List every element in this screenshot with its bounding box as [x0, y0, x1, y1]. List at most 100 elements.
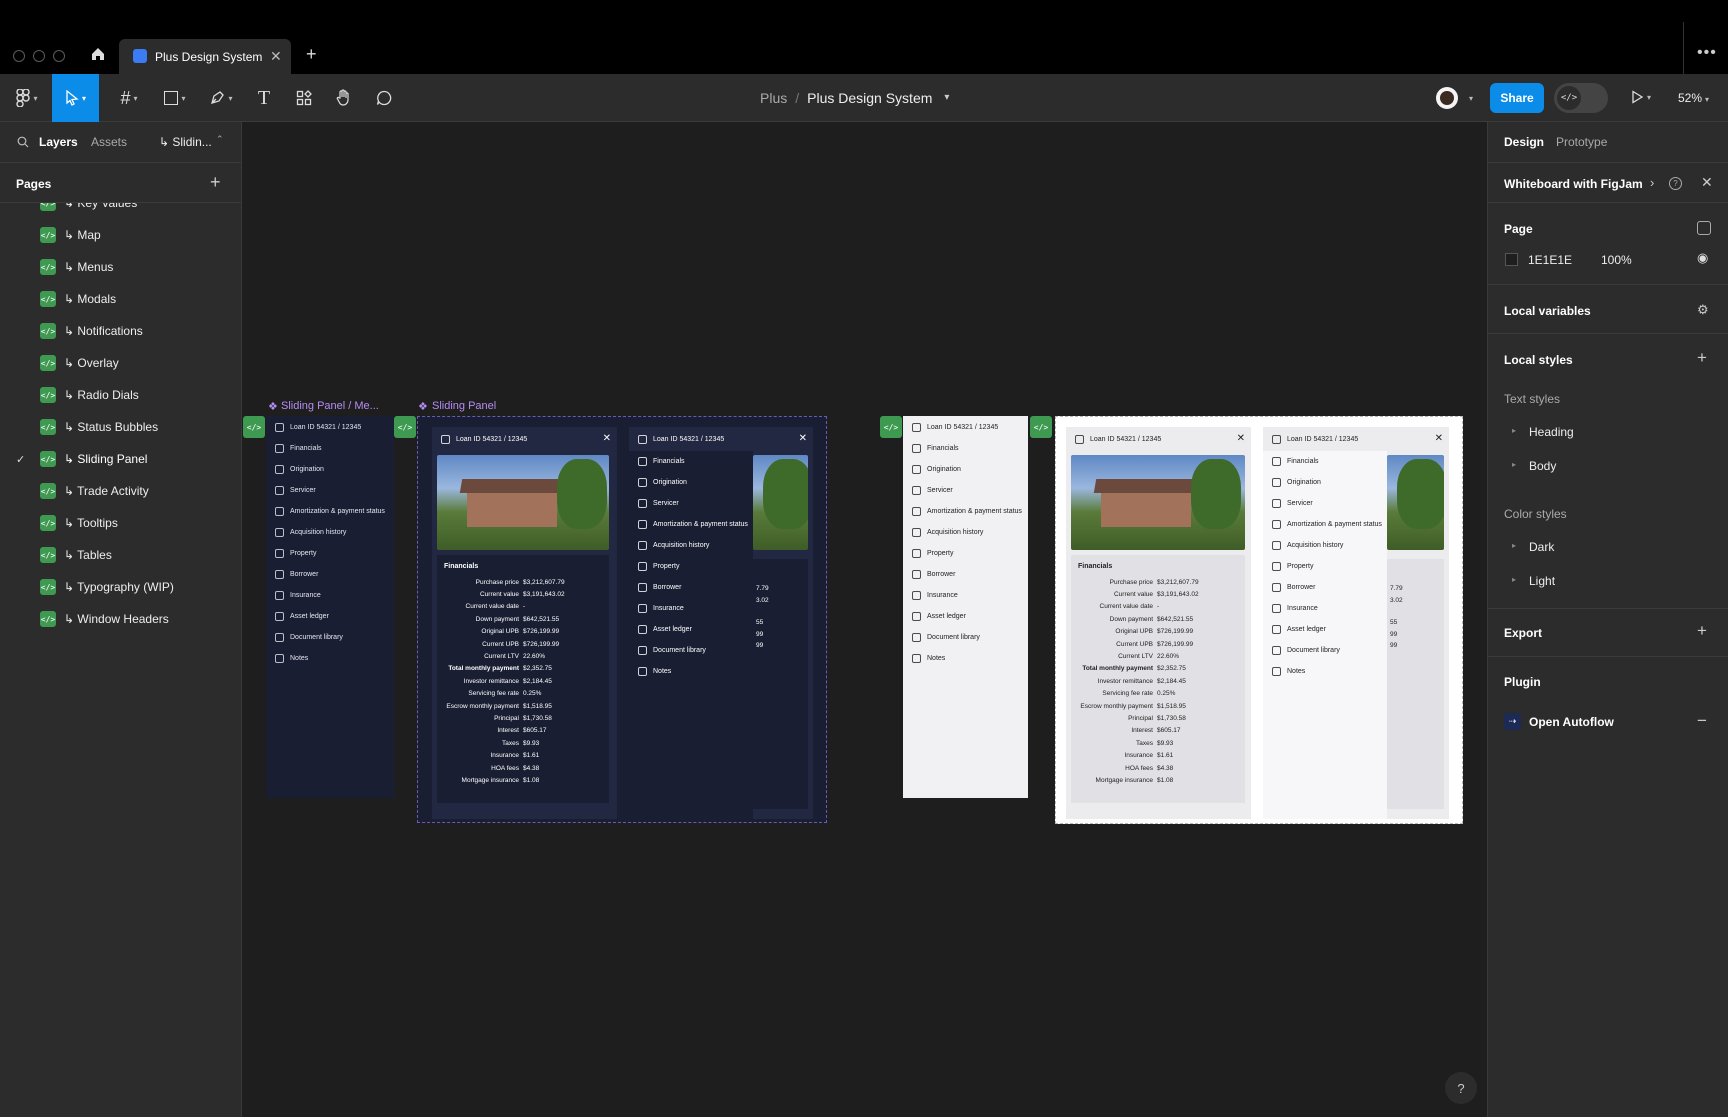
- dev-status-code-icon[interactable]: </>: [880, 416, 902, 438]
- nav-item[interactable]: Property: [266, 543, 394, 564]
- color-style-light[interactable]: Light: [1529, 574, 1555, 588]
- present-button[interactable]: ▾: [1630, 90, 1651, 104]
- help-icon[interactable]: ?: [1445, 1072, 1477, 1104]
- shape-tool-button[interactable]: ▾: [158, 74, 192, 122]
- nav-item[interactable]: Document library: [629, 640, 753, 661]
- nav-item[interactable]: Document library: [266, 627, 394, 648]
- nav-item[interactable]: Asset ledger: [1263, 619, 1387, 640]
- page-item[interactable]: </> ↳ Menus: [0, 251, 241, 283]
- nav-item[interactable]: Notes: [903, 648, 1028, 669]
- nav-item[interactable]: Amortization & payment status: [903, 501, 1028, 522]
- nav-item[interactable]: Insurance: [1263, 598, 1387, 619]
- text-style-heading[interactable]: Heading: [1529, 425, 1574, 439]
- nav-item[interactable]: Servicer: [1263, 493, 1387, 514]
- page-item[interactable]: </> ↳ Tables: [0, 539, 241, 571]
- window-zoom-dot[interactable]: [53, 50, 65, 62]
- page-item[interactable]: </> ↳ Modals: [0, 283, 241, 315]
- nav-item[interactable]: Servicer: [629, 493, 753, 514]
- nav-item[interactable]: Asset ledger: [266, 606, 394, 627]
- nav-item[interactable]: Property: [1263, 556, 1387, 577]
- nav-item[interactable]: Origination: [903, 459, 1028, 480]
- nav-item[interactable]: Acquisition history: [266, 522, 394, 543]
- nav-item[interactable]: Borrower: [1263, 577, 1387, 598]
- nav-item[interactable]: Asset ledger: [903, 606, 1028, 627]
- frame-label-menu[interactable]: Sliding Panel / Me...: [281, 400, 379, 412]
- tab-design[interactable]: Design: [1504, 135, 1544, 149]
- nav-item[interactable]: Borrower: [629, 577, 753, 598]
- file-tab[interactable]: Plus Design System ✕: [119, 39, 291, 74]
- resources-button[interactable]: [290, 74, 318, 122]
- tab-close-icon[interactable]: ✕: [270, 48, 282, 65]
- main-menu-button[interactable]: ▾: [10, 74, 44, 122]
- nav-item[interactable]: Financials: [903, 438, 1028, 459]
- variables-adjust-icon[interactable]: ⚙: [1697, 302, 1709, 318]
- search-icon[interactable]: [17, 136, 29, 148]
- nav-item[interactable]: Notes: [629, 661, 753, 682]
- nav-item[interactable]: Financials: [629, 451, 753, 472]
- page-item[interactable]: ✓ </> ↳ Sliding Panel: [0, 443, 241, 475]
- add-page-plus-icon[interactable]: +: [210, 172, 221, 193]
- new-tab-plus-icon[interactable]: +: [306, 44, 317, 65]
- nav-item[interactable]: Notes: [266, 648, 394, 669]
- nav-item[interactable]: Servicer: [266, 480, 394, 501]
- dev-status-code-icon[interactable]: </>: [1030, 416, 1052, 438]
- page-style-icon[interactable]: [1697, 221, 1711, 235]
- figjam-banner[interactable]: Whiteboard with FigJam: [1504, 177, 1643, 191]
- page-item[interactable]: </> ↳ Radio Dials: [0, 379, 241, 411]
- dev-status-code-icon[interactable]: </>: [394, 416, 416, 438]
- comment-tool-button[interactable]: [370, 74, 398, 122]
- share-button[interactable]: Share: [1490, 83, 1544, 113]
- user-avatar[interactable]: [1436, 87, 1458, 109]
- current-page-selector[interactable]: ↳ Slidin...: [159, 135, 212, 149]
- nav-item[interactable]: Insurance: [629, 598, 753, 619]
- light-menu-frame[interactable]: Loan ID 54321 / 12345 Financials Originat…: [903, 416, 1028, 798]
- expand-caret-icon[interactable]: ▸: [1512, 460, 1516, 469]
- move-tool-button[interactable]: ▾: [52, 74, 99, 122]
- plugin-open-autoflow[interactable]: Open Autoflow: [1529, 715, 1614, 729]
- page-opacity-value[interactable]: 100%: [1601, 253, 1632, 267]
- page-item[interactable]: </> ↳ Typography (WIP): [0, 571, 241, 603]
- nav-item[interactable]: Origination: [266, 459, 394, 480]
- nav-item[interactable]: Insurance: [903, 585, 1028, 606]
- tab-layers[interactable]: Layers: [39, 135, 78, 149]
- dark-menu-frame[interactable]: Loan ID 54321 / 12345 Financials Originat…: [266, 416, 394, 798]
- pen-tool-button[interactable]: ▾: [204, 74, 238, 122]
- page-item[interactable]: </> ↳ Status Bubbles: [0, 411, 241, 443]
- remove-plugin-minus-icon[interactable]: −: [1697, 711, 1707, 731]
- add-export-plus-icon[interactable]: +: [1697, 621, 1707, 641]
- dev-status-code-icon[interactable]: </>: [243, 416, 265, 438]
- home-icon[interactable]: [90, 46, 106, 62]
- zoom-menu[interactable]: 52% ▾: [1678, 91, 1709, 105]
- expand-caret-icon[interactable]: ▸: [1512, 575, 1516, 584]
- local-variables-title[interactable]: Local variables: [1504, 304, 1591, 318]
- close-icon[interactable]: ✕: [1237, 433, 1245, 444]
- page-item[interactable]: </> ↳ Overlay: [0, 347, 241, 379]
- page-item[interactable]: </> ↳ Window Headers: [0, 603, 241, 635]
- nav-item[interactable]: Amortization & payment status: [1263, 514, 1387, 535]
- nav-item[interactable]: Property: [903, 543, 1028, 564]
- nav-item[interactable]: Asset ledger: [629, 619, 753, 640]
- page-color-swatch[interactable]: [1505, 253, 1518, 266]
- window-close-dot[interactable]: [13, 50, 25, 62]
- help-circle-icon[interactable]: ?: [1669, 177, 1682, 190]
- nav-item[interactable]: Amortization & payment status: [266, 501, 394, 522]
- nav-item[interactable]: Origination: [1263, 472, 1387, 493]
- close-icon[interactable]: ✕: [603, 433, 611, 444]
- color-style-dark[interactable]: Dark: [1529, 540, 1554, 554]
- file-menu-chevron-icon[interactable]: ▾: [944, 92, 949, 106]
- nav-item[interactable]: Amortization & payment status: [629, 514, 753, 535]
- nav-item[interactable]: Notes: [1263, 661, 1387, 682]
- expand-caret-icon[interactable]: ▸: [1512, 426, 1516, 435]
- tab-prototype[interactable]: Prototype: [1556, 135, 1607, 149]
- text-style-body[interactable]: Body: [1529, 459, 1556, 473]
- expand-caret-icon[interactable]: ▸: [1512, 541, 1516, 550]
- text-tool-button[interactable]: T: [250, 74, 278, 122]
- tab-assets[interactable]: Assets: [91, 135, 127, 149]
- frame-label-sliding-panel[interactable]: Sliding Panel: [432, 400, 496, 412]
- canvas[interactable]: ❖ Sliding Panel / Me... ❖ Sliding Panel …: [242, 122, 1487, 1117]
- nav-item[interactable]: Borrower: [266, 564, 394, 585]
- avatar-chevron-icon[interactable]: ▾: [1469, 94, 1473, 103]
- close-icon[interactable]: ✕: [1701, 174, 1713, 191]
- nav-item[interactable]: Origination: [629, 472, 753, 493]
- chevron-right-icon[interactable]: ›: [1650, 175, 1654, 190]
